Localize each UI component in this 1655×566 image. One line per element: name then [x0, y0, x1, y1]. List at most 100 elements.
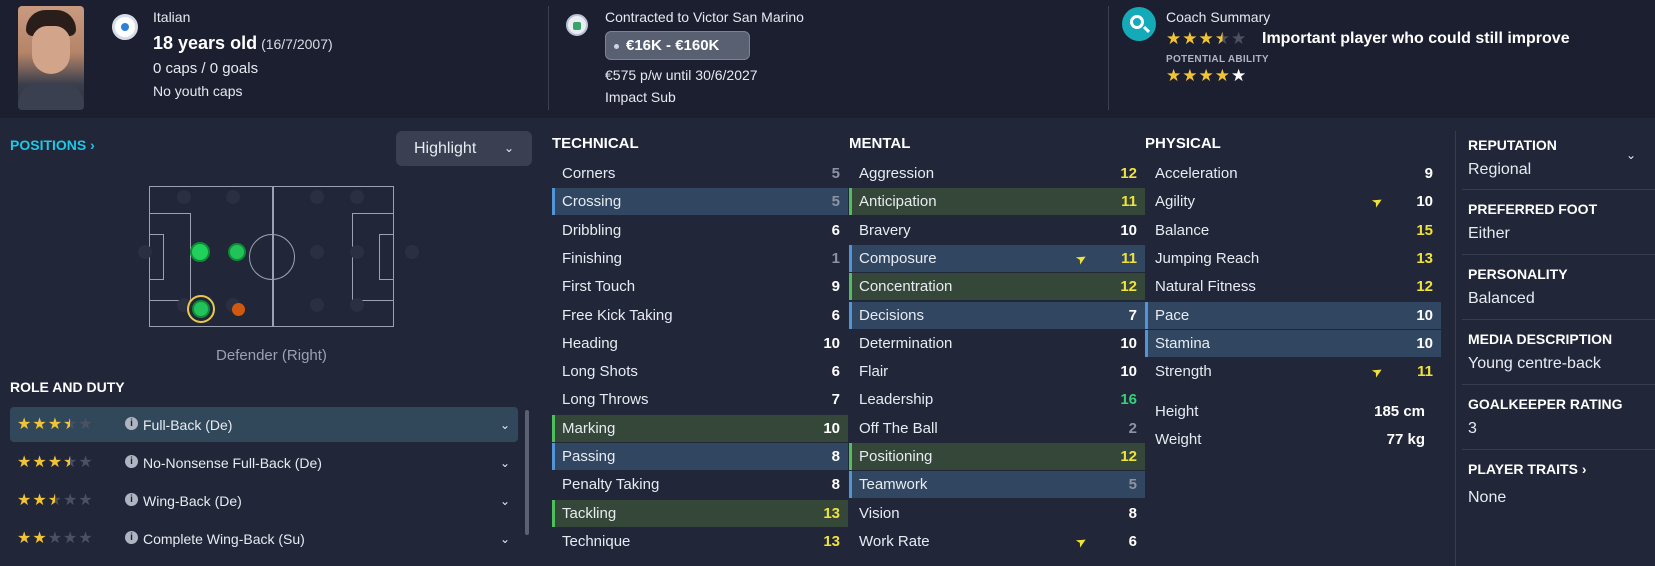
- attribute-row[interactable]: Composure 11 ➤: [849, 244, 1145, 272]
- reputation-value: Regional: [1468, 161, 1532, 178]
- attribute-name: Positioning: [859, 448, 933, 465]
- attribute-row[interactable]: Aggression 12: [849, 160, 1145, 187]
- attribute-row[interactable]: Crossing 5: [552, 188, 848, 216]
- position-dot[interactable]: [192, 300, 210, 318]
- attribute-value: 10: [1416, 334, 1433, 352]
- position-dot[interactable]: [228, 243, 246, 261]
- attribute-value: 12: [1120, 448, 1137, 465]
- position-dot[interactable]: [232, 303, 245, 316]
- attribute-row[interactable]: Concentration 12: [849, 273, 1145, 301]
- chevron-down-icon[interactable]: ⌄: [500, 494, 510, 508]
- attribute-row[interactable]: Heading 10: [552, 330, 848, 357]
- chevron-down-icon[interactable]: ⌄: [500, 418, 510, 432]
- attribute-row[interactable]: Corners 5: [552, 160, 848, 187]
- attribute-value: 10: [823, 419, 840, 437]
- attribute-row[interactable]: Balance 15: [1145, 217, 1441, 244]
- attribute-value: 10: [823, 334, 840, 352]
- club-badge-icon[interactable]: [566, 14, 588, 36]
- info-icon[interactable]: i: [125, 493, 138, 506]
- attribute-row[interactable]: Technique 13: [552, 528, 848, 555]
- role-row[interactable]: ★★★★★★ i Full-Back (De) ⌄: [10, 407, 518, 442]
- sidebar-divider: [1455, 131, 1456, 566]
- attribute-row[interactable]: Finishing 1: [552, 245, 848, 272]
- attribute-row[interactable]: Jumping Reach 13: [1145, 245, 1441, 272]
- attribute-row[interactable]: Strength 11 ➤: [1145, 358, 1441, 385]
- role-label: Wing-Back (De): [143, 492, 242, 509]
- attribute-row[interactable]: Flair 10: [849, 358, 1145, 385]
- attribute-row[interactable]: Tackling 13: [552, 499, 848, 527]
- trend-up-icon: ➤: [1368, 362, 1386, 381]
- attribute-row[interactable]: Pace 10: [1145, 301, 1441, 329]
- attribute-row[interactable]: Free Kick Taking 6: [552, 302, 848, 329]
- preferred-foot-label: PREFERRED FOOT: [1468, 201, 1598, 217]
- positions-link[interactable]: POSITIONS ›: [10, 137, 95, 153]
- potential-ability-stars: ★ ★ ★ ★ ★: [1166, 66, 1247, 85]
- position-dot[interactable]: [190, 242, 210, 262]
- attribute-name: Acceleration: [1155, 165, 1238, 182]
- attribute-row[interactable]: Dribbling 6: [552, 217, 848, 244]
- attribute-value: 8: [1128, 504, 1137, 522]
- chevron-down-icon[interactable]: ⌄: [1626, 148, 1636, 162]
- info-icon[interactable]: i: [125, 455, 138, 468]
- attribute-name: Bravery: [859, 221, 911, 239]
- attribute-name: Determination: [859, 334, 953, 352]
- attribute-row[interactable]: Positioning 12: [849, 443, 1145, 470]
- attribute-row[interactable]: Agility 10 ➤: [1145, 188, 1441, 215]
- attribute-name: Natural Fitness: [1155, 278, 1256, 296]
- weight-row: Weight 77 kg: [1145, 426, 1441, 453]
- chevron-down-icon[interactable]: ⌄: [500, 532, 510, 546]
- attribute-value: 10: [1120, 221, 1137, 239]
- attribute-name: Marking: [562, 419, 616, 437]
- attribute-value: 12: [1120, 165, 1137, 182]
- attribute-row[interactable]: Teamwork 5: [849, 471, 1145, 499]
- highlight-dropdown[interactable]: Highlight ⌄: [396, 131, 532, 166]
- attribute-row[interactable]: Work Rate 6 ➤: [849, 528, 1145, 555]
- nation-flag-icon[interactable]: [112, 14, 138, 40]
- attribute-row[interactable]: Off The Ball 2: [849, 415, 1145, 442]
- role-row[interactable]: ★ ★ ★ ★ ★ i No-Nonsense Full-Back (De) ⌄: [10, 445, 518, 480]
- chevron-down-icon[interactable]: ⌄: [500, 456, 510, 470]
- role-scrollbar[interactable]: [525, 410, 529, 535]
- attribute-row[interactable]: Leadership 16: [849, 386, 1145, 413]
- player-traits-link[interactable]: PLAYER TRAITS ›: [1468, 461, 1587, 477]
- nationality[interactable]: Italian: [153, 9, 190, 25]
- attribute-value: 5: [1128, 476, 1137, 494]
- attribute-name: Penalty Taking: [562, 476, 660, 494]
- attribute-row[interactable]: Long Throws 7: [552, 386, 848, 413]
- attribute-row[interactable]: Penalty Taking 8: [552, 471, 848, 498]
- attribute-row[interactable]: Passing 8: [552, 443, 848, 470]
- attribute-name: Finishing: [562, 249, 623, 267]
- info-icon[interactable]: i: [125, 531, 138, 544]
- attribute-row[interactable]: Vision 8: [849, 500, 1145, 527]
- role-label: No-Nonsense Full-Back (De): [143, 454, 322, 471]
- attribute-row[interactable]: Bravery 10: [849, 217, 1145, 244]
- attribute-value: 5: [831, 165, 840, 182]
- chevron-down-icon: ⌄: [503, 141, 514, 155]
- transfer-value-badge[interactable]: €16K - €160K: [605, 31, 750, 60]
- attribute-name: Strength: [1155, 363, 1212, 381]
- attribute-row[interactable]: Stamina 10: [1145, 329, 1441, 357]
- info-icon[interactable]: i: [125, 417, 138, 430]
- contract-club[interactable]: Contracted to Victor San Marino: [605, 9, 804, 25]
- attribute-row[interactable]: Anticipation 11: [849, 188, 1145, 216]
- coach-summary-title: Coach Summary: [1166, 9, 1271, 25]
- attribute-row[interactable]: Long Shots 6: [552, 358, 848, 385]
- attribute-name: Anticipation: [859, 193, 937, 211]
- role-row[interactable]: ★ ★ ★ ★ ★ i Wing-Back (De) ⌄: [10, 483, 518, 518]
- goalkeeper-rating-value: 3: [1468, 420, 1477, 437]
- attribute-row[interactable]: Marking 10: [552, 414, 848, 442]
- attribute-row[interactable]: Natural Fitness 12: [1145, 273, 1441, 300]
- youth-caps: No youth caps: [153, 83, 243, 99]
- attribute-value: 6: [831, 221, 840, 239]
- role-stars: ★ ★ ★ ★ ★: [17, 491, 93, 509]
- attribute-row[interactable]: Acceleration 9: [1145, 160, 1441, 187]
- attribute-row[interactable]: Decisions 7: [849, 301, 1145, 329]
- attribute-row[interactable]: First Touch 9: [552, 273, 848, 300]
- attribute-name: Balance: [1155, 221, 1210, 239]
- attribute-value: 7: [831, 391, 840, 409]
- attribute-row[interactable]: Determination 10: [849, 330, 1145, 357]
- attribute-name: Pace: [1155, 306, 1190, 324]
- personality-label: PERSONALITY: [1468, 266, 1568, 282]
- search-icon[interactable]: [1122, 7, 1156, 41]
- role-row[interactable]: ★ ★ ★ ★ ★ i Complete Wing-Back (Su) ⌄: [10, 521, 518, 556]
